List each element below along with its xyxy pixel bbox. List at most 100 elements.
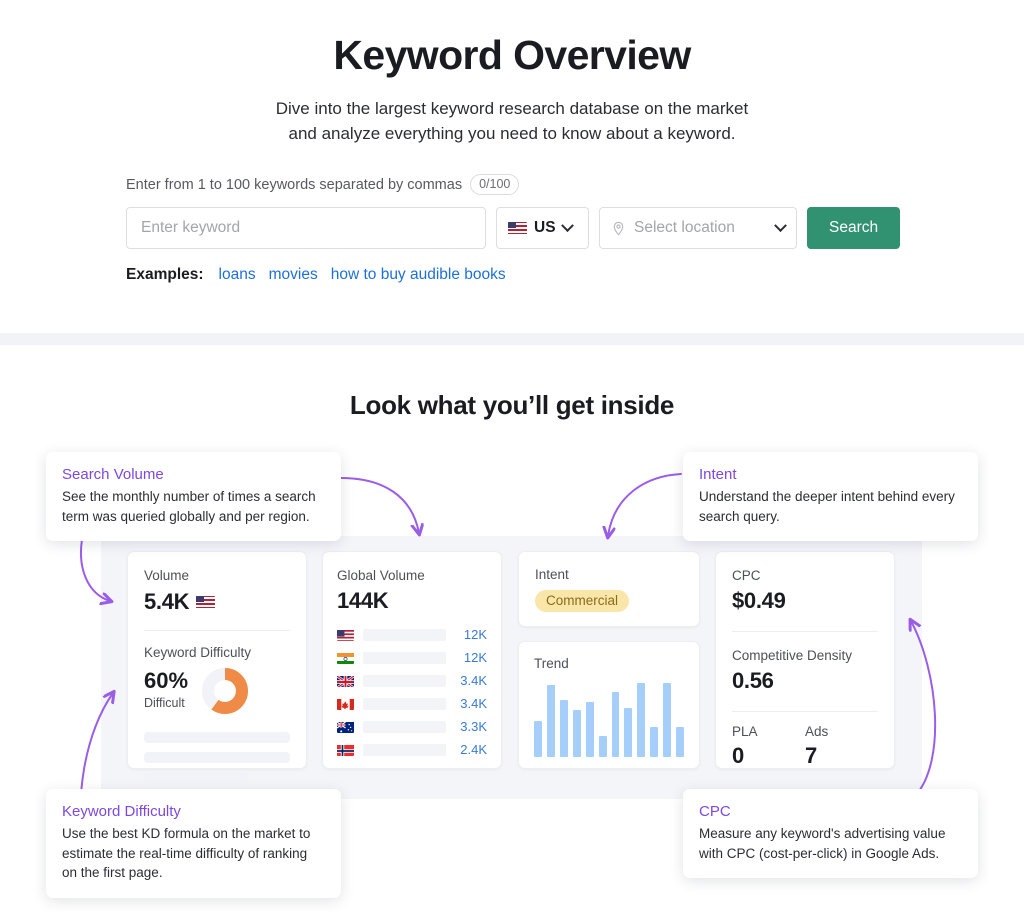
callout-intent: Intent Understand the deeper intent behi… xyxy=(683,452,978,542)
trend-bar xyxy=(546,684,555,757)
ads-value: 7 xyxy=(805,743,817,768)
section-divider xyxy=(0,333,1024,345)
pla-column: PLA 0 xyxy=(732,724,805,769)
chevron-down-icon xyxy=(774,218,787,232)
global-volume-row: 3.4K xyxy=(337,673,487,688)
volume-value-row: 5.4K xyxy=(144,589,290,615)
divider xyxy=(144,630,290,631)
pla-ads-row: PLA 0 Ads 7 xyxy=(732,724,878,769)
keyword-difficulty-status: Difficult xyxy=(144,696,185,710)
keyword-difficulty-label: Keyword Difficulty xyxy=(144,645,252,660)
ads-column: Ads 7 xyxy=(805,724,878,769)
global-volume-bar-track xyxy=(363,697,446,710)
skeleton-line xyxy=(144,772,250,783)
trend-bar-chart xyxy=(534,681,685,757)
intent-label: Intent xyxy=(535,567,569,582)
keyword-counter-badge: 0/100 xyxy=(470,174,520,195)
trend-label: Trend xyxy=(534,656,569,671)
search-controls-row: US Select location Search xyxy=(126,207,901,249)
location-select-placeholder: Select location xyxy=(634,219,735,236)
pla-value: 0 xyxy=(732,743,744,768)
global-volume-row: 3.4K xyxy=(337,696,487,711)
form-hint: Enter from 1 to 100 keywords separated b… xyxy=(126,174,900,195)
global-volume-row: 2.4K xyxy=(337,742,487,757)
global-volume-bar-value: 12K xyxy=(463,650,487,665)
example-link-loans[interactable]: loans xyxy=(219,266,256,284)
example-link-movies[interactable]: movies xyxy=(269,266,318,284)
volume-label: Volume xyxy=(144,568,190,583)
pla-label: PLA xyxy=(732,724,758,739)
global-volume-row: 12K xyxy=(337,650,487,665)
keyword-difficulty-row: 60% Difficult xyxy=(144,668,290,714)
callout-body: Measure any keyword's advertising value … xyxy=(699,826,946,861)
trend-bar xyxy=(611,692,620,757)
page-title: Keyword Overview xyxy=(333,32,691,78)
callout-title: Keyword Difficulty xyxy=(62,803,181,820)
example-link-audible[interactable]: how to buy audible books xyxy=(331,266,506,284)
intent-badge: Commercial xyxy=(535,590,630,612)
flag-no-icon xyxy=(337,744,354,756)
flag-ca-icon xyxy=(337,698,354,710)
cpc-value: $0.49 xyxy=(732,588,786,613)
callout-body: Use the best KD formula on the market to… xyxy=(62,826,311,881)
global-volume-card: Global Volume 144K 12K 12K 3.4K 3.4K 3.3K 2.4… xyxy=(322,551,502,769)
volume-card: Volume 5.4K Keyword Difficulty 60% Diffi… xyxy=(127,551,307,783)
page-subtitle-line1: Dive into the largest keyword research d… xyxy=(275,99,749,119)
keyword-overview-page: Keyword Overview Dive into the largest k… xyxy=(0,0,1024,918)
divider xyxy=(732,631,878,632)
keyword-difficulty-value: 60% xyxy=(144,668,189,693)
hero-section: Keyword Overview Dive into the largest k… xyxy=(0,0,1024,333)
database-select[interactable]: US xyxy=(496,207,589,249)
flag-gb-icon xyxy=(337,674,354,687)
location-select[interactable]: Select location xyxy=(599,207,797,249)
callout-title: Search Volume xyxy=(62,466,164,483)
location-pin-icon xyxy=(613,221,624,236)
callout-body: Understand the deeper intent behind ever… xyxy=(699,489,955,524)
global-volume-row: 12K xyxy=(337,627,487,642)
global-volume-label: Global Volume xyxy=(337,568,425,583)
ads-label: Ads xyxy=(805,724,829,739)
global-volume-bar-track xyxy=(363,628,446,641)
skeleton-line xyxy=(144,732,290,743)
trend-bar xyxy=(650,726,659,757)
flag-us-icon xyxy=(196,595,216,609)
database-select-label: US xyxy=(534,219,556,236)
volume-value: 5.4K xyxy=(144,589,190,614)
trend-bar xyxy=(559,700,568,757)
callout-title: CPC xyxy=(699,803,731,820)
page-subtitle: Dive into the largest keyword research d… xyxy=(0,96,1024,146)
global-volume-value: 144K xyxy=(337,588,389,613)
global-volume-bar-value: 12K xyxy=(463,627,487,642)
flag-in-icon xyxy=(337,652,354,664)
trend-card: Trend xyxy=(518,641,700,769)
preview-title: Look what you’ll get inside xyxy=(349,390,675,420)
callout-title: Intent xyxy=(699,466,737,483)
global-volume-bar-track xyxy=(363,674,446,687)
global-volume-row: 3.3K xyxy=(337,719,487,734)
callout-search-volume: Search Volume See the monthly number of … xyxy=(46,452,341,542)
competitive-density-label: Competitive Density xyxy=(732,648,853,663)
search-form: Enter from 1 to 100 keywords separated b… xyxy=(126,174,901,284)
examples-row: Examples: loans movies how to buy audibl… xyxy=(126,266,900,284)
trend-bar xyxy=(572,709,581,757)
search-button[interactable]: Search xyxy=(807,207,901,249)
callout-body: See the monthly number of times a search… xyxy=(62,489,316,524)
callout-cpc: CPC Measure any keyword's advertising va… xyxy=(683,789,978,879)
intent-card: Intent Commercial xyxy=(518,551,700,627)
flag-au-icon xyxy=(337,721,354,733)
competitive-density-value: 0.56 xyxy=(732,668,774,693)
global-volume-bar-value: 3.3K xyxy=(460,719,487,734)
trend-bar xyxy=(663,683,672,757)
divider xyxy=(732,711,878,712)
trend-bar xyxy=(534,720,542,757)
chevron-down-icon xyxy=(560,218,574,232)
global-volume-bar-value: 3.4K xyxy=(460,696,487,711)
examples-label: Examples: xyxy=(126,266,204,283)
global-volume-bar-value: 3.4K xyxy=(460,673,487,688)
trend-bar xyxy=(624,707,633,757)
cpc-card: CPC $0.49 Competitive Density 0.56 PLA 0… xyxy=(715,551,895,769)
keyword-input[interactable] xyxy=(126,207,486,249)
form-hint-text: Enter from 1 to 100 keywords separated b… xyxy=(126,176,463,193)
keyword-difficulty-text: 60% Difficult xyxy=(144,668,188,710)
cpc-label: CPC xyxy=(732,568,761,583)
